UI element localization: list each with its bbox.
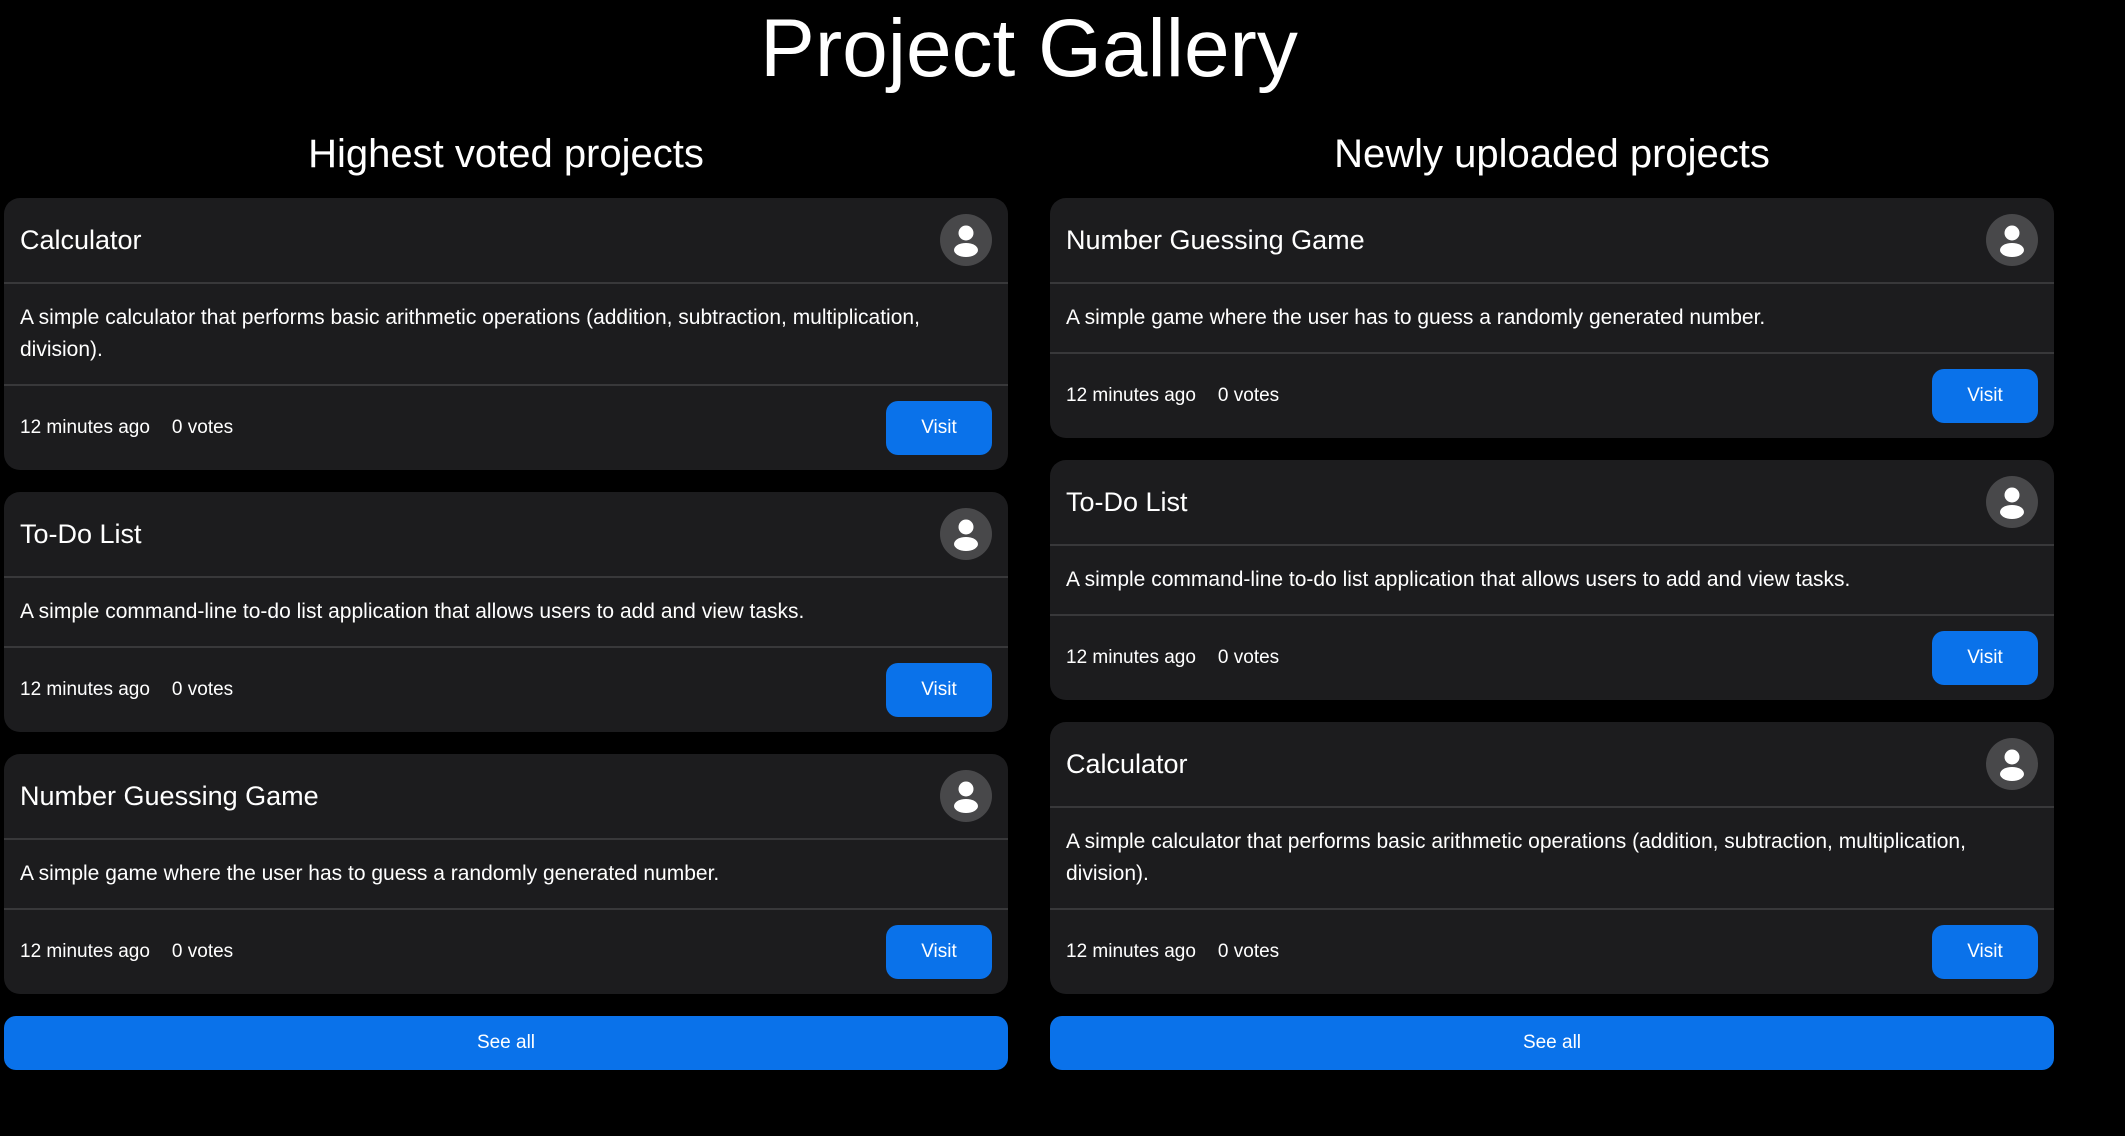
visit-button[interactable]: Visit: [1932, 631, 2038, 685]
visit-button[interactable]: Visit: [886, 925, 992, 979]
project-card: To-Do List A simple command-line to-do l…: [4, 492, 1008, 732]
project-time: 12 minutes ago: [1066, 647, 1196, 668]
project-time: 12 minutes ago: [20, 417, 150, 438]
card-header: Number Guessing Game: [1050, 198, 2054, 284]
highest-voted-section: Highest voted projects Calculator A simp…: [4, 122, 1008, 1070]
project-card: Calculator A simple calculator that perf…: [4, 198, 1008, 470]
user-avatar-icon[interactable]: [940, 508, 992, 560]
project-card: To-Do List A simple command-line to-do l…: [1050, 460, 2054, 700]
user-avatar-icon[interactable]: [1986, 214, 2038, 266]
visit-button[interactable]: Visit: [886, 401, 992, 455]
project-description: A simple game where the user has to gues…: [1050, 284, 2054, 354]
project-description: A simple game where the user has to gues…: [4, 840, 1008, 910]
highest-voted-heading: Highest voted projects: [308, 132, 704, 176]
highest-voted-list: Calculator A simple calculator that perf…: [4, 198, 1008, 994]
card-footer: 12 minutes ago 0 votes Visit: [1050, 354, 2054, 438]
page-title: Project Gallery: [760, 3, 1298, 94]
project-description: A simple calculator that performs basic …: [1050, 808, 2054, 910]
project-title: Calculator: [1066, 748, 1188, 779]
project-votes: 0 votes: [171, 417, 234, 438]
card-header: Calculator: [4, 198, 1008, 284]
project-time: 12 minutes ago: [20, 941, 150, 962]
card-footer: 12 minutes ago 0 votes Visit: [4, 910, 1008, 994]
see-all-newly-uploaded-button[interactable]: See all: [1050, 1016, 2054, 1070]
project-votes: 0 votes: [1217, 385, 1280, 406]
card-footer: 12 minutes ago 0 votes Visit: [4, 648, 1008, 732]
project-card: Number Guessing Game A simple game where…: [1050, 198, 2054, 438]
project-title: Number Guessing Game: [20, 780, 319, 811]
newly-uploaded-section: Newly uploaded projects Number Guessing …: [1050, 122, 2054, 1070]
project-title: Number Guessing Game: [1066, 224, 1365, 255]
project-time: 12 minutes ago: [20, 679, 150, 700]
project-description: A simple calculator that performs basic …: [4, 284, 1008, 386]
newly-uploaded-list: Number Guessing Game A simple game where…: [1050, 198, 2054, 994]
newly-uploaded-heading: Newly uploaded projects: [1334, 132, 1770, 176]
user-avatar-icon[interactable]: [1986, 476, 2038, 528]
user-avatar-icon[interactable]: [1986, 738, 2038, 790]
project-votes: 0 votes: [171, 941, 234, 962]
card-header: Calculator: [1050, 722, 2054, 808]
project-card: Calculator A simple calculator that perf…: [1050, 722, 2054, 994]
card-footer: 12 minutes ago 0 votes Visit: [1050, 910, 2054, 994]
visit-button[interactable]: Visit: [1932, 925, 2038, 979]
project-time: 12 minutes ago: [1066, 385, 1196, 406]
user-avatar-icon[interactable]: [940, 214, 992, 266]
project-title: To-Do List: [20, 518, 142, 549]
project-title: Calculator: [20, 224, 142, 255]
project-votes: 0 votes: [1217, 941, 1280, 962]
project-description: A simple command-line to-do list applica…: [1050, 546, 2054, 616]
visit-button[interactable]: Visit: [1932, 369, 2038, 423]
visit-button[interactable]: Visit: [886, 663, 992, 717]
project-title: To-Do List: [1066, 486, 1188, 517]
project-card: Number Guessing Game A simple game where…: [4, 754, 1008, 994]
card-footer: 12 minutes ago 0 votes Visit: [4, 386, 1008, 470]
card-header: To-Do List: [4, 492, 1008, 578]
see-all-highest-voted-button[interactable]: See all: [4, 1016, 1008, 1070]
project-votes: 0 votes: [1217, 647, 1280, 668]
project-time: 12 minutes ago: [1066, 941, 1196, 962]
user-avatar-icon[interactable]: [940, 770, 992, 822]
project-description: A simple command-line to-do list applica…: [4, 578, 1008, 648]
card-header: To-Do List: [1050, 460, 2054, 546]
card-header: Number Guessing Game: [4, 754, 1008, 840]
project-votes: 0 votes: [171, 679, 234, 700]
card-footer: 12 minutes ago 0 votes Visit: [1050, 616, 2054, 700]
